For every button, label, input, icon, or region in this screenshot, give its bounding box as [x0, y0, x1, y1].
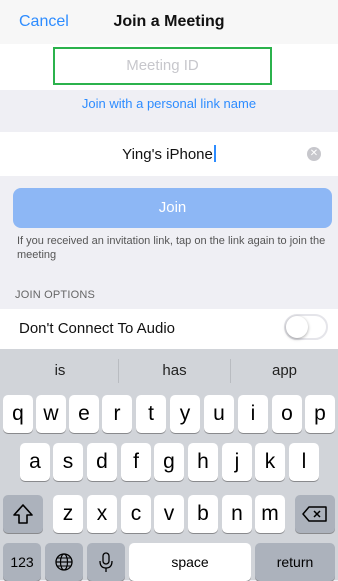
- backspace-icon: [302, 506, 327, 522]
- key-g[interactable]: g: [154, 443, 184, 481]
- keyboard: is has app q w e r t y u i o p a s d f g…: [0, 349, 338, 581]
- invitation-hint-text: If you received an invitation link, tap …: [17, 235, 326, 261]
- navigation-bar: Cancel Join a Meeting: [0, 0, 338, 44]
- key-z[interactable]: z: [53, 495, 83, 533]
- key-y[interactable]: y: [170, 395, 200, 433]
- suggestion-2[interactable]: has: [119, 349, 230, 393]
- delete-key[interactable]: [295, 495, 335, 533]
- key-j[interactable]: j: [222, 443, 252, 481]
- clear-text-icon[interactable]: ✕: [307, 147, 321, 161]
- screen-name-text: Ying's iPhone: [0, 145, 338, 163]
- suggestion-1[interactable]: is: [0, 349, 120, 393]
- key-x[interactable]: x: [87, 495, 117, 533]
- shift-key[interactable]: [3, 495, 43, 533]
- numbers-key[interactable]: 123: [3, 543, 41, 581]
- key-u[interactable]: u: [204, 395, 234, 433]
- key-c[interactable]: c: [121, 495, 151, 533]
- microphone-icon: [99, 552, 113, 572]
- page-title: Join a Meeting: [113, 13, 225, 30]
- dont-connect-audio-label: Don't Connect To Audio: [19, 320, 176, 337]
- key-f[interactable]: f: [121, 443, 151, 481]
- toggle-knob: [286, 316, 308, 338]
- key-w[interactable]: w: [36, 395, 66, 433]
- dont-connect-audio-row: Don't Connect To Audio: [0, 309, 338, 349]
- join-button[interactable]: Join: [13, 188, 332, 228]
- key-v[interactable]: v: [154, 495, 184, 533]
- meeting-id-row: Meeting ID: [0, 44, 338, 90]
- key-q[interactable]: q: [3, 395, 33, 433]
- key-l[interactable]: l: [289, 443, 319, 481]
- key-d[interactable]: d: [87, 443, 117, 481]
- meeting-id-input[interactable]: Meeting ID: [53, 47, 272, 85]
- key-n[interactable]: n: [222, 495, 252, 533]
- key-m[interactable]: m: [255, 495, 285, 533]
- shift-icon: [13, 504, 33, 524]
- key-s[interactable]: s: [53, 443, 83, 481]
- screen-name-value: Ying's iPhone: [122, 146, 213, 163]
- space-key[interactable]: space: [129, 543, 251, 581]
- key-r[interactable]: r: [102, 395, 132, 433]
- key-k[interactable]: k: [255, 443, 285, 481]
- key-b[interactable]: b: [188, 495, 218, 533]
- text-cursor: [213, 145, 216, 162]
- dictation-key[interactable]: [87, 543, 125, 581]
- globe-key[interactable]: [45, 543, 83, 581]
- key-h[interactable]: h: [188, 443, 218, 481]
- key-p[interactable]: p: [305, 395, 335, 433]
- personal-link-name-link[interactable]: Join with a personal link name: [0, 96, 338, 111]
- screen-name-field[interactable]: Ying's iPhone ✕: [0, 132, 338, 176]
- return-key[interactable]: return: [255, 543, 335, 581]
- dont-connect-audio-toggle[interactable]: [284, 314, 328, 340]
- key-i[interactable]: i: [238, 395, 268, 433]
- key-e[interactable]: e: [69, 395, 99, 433]
- join-options-header: JOIN OPTIONS: [15, 289, 96, 301]
- suggestion-3[interactable]: app: [231, 349, 338, 393]
- key-t[interactable]: t: [136, 395, 166, 433]
- key-o[interactable]: o: [272, 395, 302, 433]
- globe-icon: [55, 553, 73, 571]
- key-a[interactable]: a: [20, 443, 50, 481]
